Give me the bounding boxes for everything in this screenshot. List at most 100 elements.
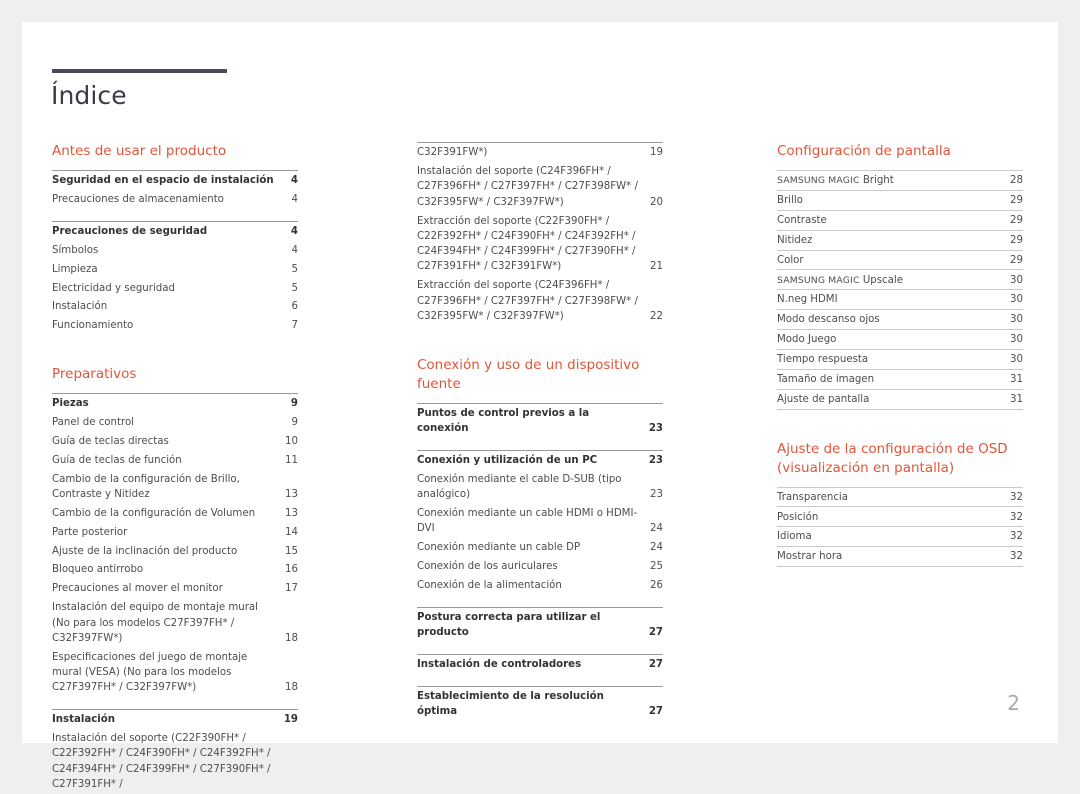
- page-title: Índice: [51, 81, 127, 110]
- toc-entry-page: 32: [1010, 511, 1023, 523]
- toc-entry[interactable]: Precauciones de seguridad 4: [52, 222, 298, 241]
- toc-group: C32F391FW*) 19 Instalación del soporte (C2…: [417, 142, 663, 326]
- toc-entry[interactable]: Ajuste de pantalla 31: [777, 390, 1023, 410]
- toc-entry[interactable]: Electricidad y seguridad 5: [52, 278, 298, 297]
- toc-entry-label: Postura correcta para utilizar el produc…: [417, 611, 601, 639]
- toc-entry[interactable]: N.neg HDMI 30: [777, 290, 1023, 311]
- toc-entry[interactable]: Instalación de controladores 27: [417, 655, 663, 674]
- toc-column-3: Configuración de pantalla SAMSUNG MAGIC B…: [777, 142, 1023, 567]
- toc-entry-page: 10: [285, 435, 298, 447]
- toc-entry[interactable]: Especificaciones del juego de montaje mu…: [52, 648, 298, 697]
- toc-entry[interactable]: Conexión mediante el cable D-SUB (tipo a…: [417, 470, 663, 504]
- toc-entry[interactable]: Guía de teclas de función 11: [52, 451, 298, 470]
- toc-entry-label: Instalación: [52, 714, 116, 726]
- toc-entry-label: Tiempo respuesta: [777, 354, 869, 366]
- toc-entry[interactable]: Transparencia 32: [777, 488, 1023, 508]
- toc-entry-label: Cambio de la configuración de Brillo, Co…: [52, 473, 240, 500]
- section-heading: Antes de usar el producto: [52, 143, 227, 159]
- toc-entry[interactable]: Idioma 32: [777, 527, 1023, 548]
- toc-entry-label: Guía de teclas de función: [52, 454, 182, 466]
- toc-group: Seguridad en el espacio de instalación 4 P…: [52, 170, 298, 209]
- toc-entry-page: 9: [290, 398, 298, 410]
- page-number: 2: [1007, 691, 1020, 715]
- document-page: Índice Antes de usar el producto Segurida…: [22, 22, 1058, 790]
- toc-entry-page: 7: [291, 320, 298, 332]
- toc-entry-label: Instalación: [52, 301, 108, 313]
- toc-entry[interactable]: Mostrar hora 32: [777, 547, 1023, 567]
- toc-entry-page: 6: [291, 301, 298, 313]
- toc-entry[interactable]: Instalación 19: [52, 710, 298, 729]
- toc-entry[interactable]: Color 29: [777, 251, 1023, 271]
- toc-entry[interactable]: Conexión mediante un cable DP 24: [417, 538, 663, 557]
- toc-entry[interactable]: Conexión y utilización de un PC 23: [417, 451, 663, 470]
- toc-entry[interactable]: Cambio de la configuración de Volumen 13: [52, 504, 298, 523]
- toc-entry[interactable]: Bloqueo antirrobo 16: [52, 560, 298, 579]
- toc-entry[interactable]: Contraste 29: [777, 211, 1023, 231]
- section-heading: Configuración de pantalla: [777, 143, 951, 159]
- toc-entry[interactable]: Símbolos 4: [52, 241, 298, 260]
- toc-entry[interactable]: Precauciones al mover el monitor 17: [52, 579, 298, 598]
- toc-entry[interactable]: Establecimiento de la resolución óptima 2…: [417, 687, 663, 721]
- toc-entry[interactable]: Conexión de la alimentación 26: [417, 576, 663, 595]
- toc-group: Piezas 9 Panel de control 9 Guía de teclas d…: [52, 393, 298, 697]
- toc-group: Instalación de controladores 27: [417, 653, 663, 674]
- toc-entry[interactable]: Parte posterior 14: [52, 523, 298, 542]
- toc-entry-page: 19: [283, 714, 298, 726]
- toc-entry[interactable]: Instalación del soporte (C24F396FH* / C2…: [417, 162, 663, 211]
- toc-entry[interactable]: Conexión de los auriculares 25: [417, 557, 663, 576]
- toc-entry[interactable]: SAMSUNG MAGIC Bright 28: [777, 171, 1023, 191]
- toc-entry[interactable]: Tiempo respuesta 30: [777, 350, 1023, 370]
- toc-entry[interactable]: Precauciones de almacenamiento 4: [52, 190, 298, 209]
- toc-entry[interactable]: Modo descanso ojos 30: [777, 310, 1023, 330]
- toc-entry-page: 27: [648, 627, 663, 639]
- toc-entry[interactable]: Funcionamiento 7: [52, 316, 298, 335]
- toc-entry-label: Conexión mediante un cable HDMI o HDMI-D…: [417, 507, 638, 535]
- toc-entry-label: Contraste: [777, 214, 827, 226]
- section-heading: Conexión y uso de un dispositivo fuente: [417, 356, 640, 392]
- toc-entry-page: 23: [650, 489, 663, 501]
- toc-entry[interactable]: Cambio de la configuración de Brillo, Co…: [52, 470, 298, 504]
- toc-entry-page: 30: [1010, 294, 1023, 306]
- toc-entry[interactable]: Postura correcta para utilizar el produc…: [417, 608, 663, 642]
- toc-entry[interactable]: C32F391FW*) 19: [417, 143, 663, 162]
- toc-entry-page: 32: [1010, 551, 1023, 563]
- toc-entry[interactable]: Extracción del soporte (C22F390FH* / C22…: [417, 211, 663, 276]
- toc-entry[interactable]: Instalación 6: [52, 297, 298, 316]
- toc-entry[interactable]: Posición 32: [777, 507, 1023, 528]
- toc-entry[interactable]: Guía de teclas directas 10: [52, 432, 298, 451]
- toc-entry[interactable]: Instalación del soporte (C22F390FH* / C2…: [52, 729, 298, 794]
- toc-entry[interactable]: Nitidez 29: [777, 231, 1023, 251]
- toc-entry[interactable]: Tamaño de imagen 31: [777, 370, 1023, 390]
- toc-entry-label: Electricidad y seguridad: [52, 282, 175, 294]
- toc-entry-page: 9: [291, 417, 298, 429]
- toc-entry[interactable]: Seguridad en el espacio de instalación 4: [52, 171, 298, 190]
- toc-entry[interactable]: Brillo 29: [777, 191, 1023, 211]
- toc-entry[interactable]: SAMSUNG MAGIC Upscale 30: [777, 270, 1023, 291]
- toc-entry-page: 28: [1010, 175, 1023, 187]
- toc-entry[interactable]: Conexión mediante un cable HDMI o HDMI-D…: [417, 504, 663, 538]
- toc-entry[interactable]: Puntos de control previos a la conexión 2…: [417, 404, 663, 438]
- toc-entry[interactable]: Piezas 9: [52, 394, 298, 413]
- toc-entry[interactable]: Panel de control 9: [52, 413, 298, 432]
- toc-entry[interactable]: Ajuste de la inclinación del producto 15: [52, 541, 298, 560]
- toc-entry-label: Tamaño de imagen: [777, 373, 875, 385]
- toc-entry-label: Funcionamiento: [52, 320, 134, 332]
- toc-entry-label: Idioma: [777, 531, 812, 543]
- toc-entry-label: Precauciones de almacenamiento: [52, 194, 224, 206]
- toc-entry[interactable]: Limpieza 5: [52, 260, 298, 279]
- toc-entry-label: Instalación del soporte (C22F390FH* / C2…: [52, 733, 271, 790]
- toc-entry-page: 13: [285, 488, 298, 500]
- toc-entry-label: Precauciones al mover el monitor: [52, 583, 223, 595]
- toc-entry-page: 29: [1010, 254, 1023, 266]
- toc-entry-page: 14: [285, 526, 298, 538]
- toc-entry[interactable]: Instalación del equipo de montaje mural …: [52, 598, 298, 647]
- toc-entry[interactable]: Extracción del soporte (C24F396FH* / C27…: [417, 276, 663, 325]
- toc-column-2: C32F391FW*) 19 Instalación del soporte (C2…: [417, 142, 663, 721]
- section-heading: Preparativos: [52, 366, 137, 382]
- toc-entry[interactable]: Modo Juego 30: [777, 330, 1023, 350]
- toc-entry-label: N.neg HDMI: [777, 294, 838, 306]
